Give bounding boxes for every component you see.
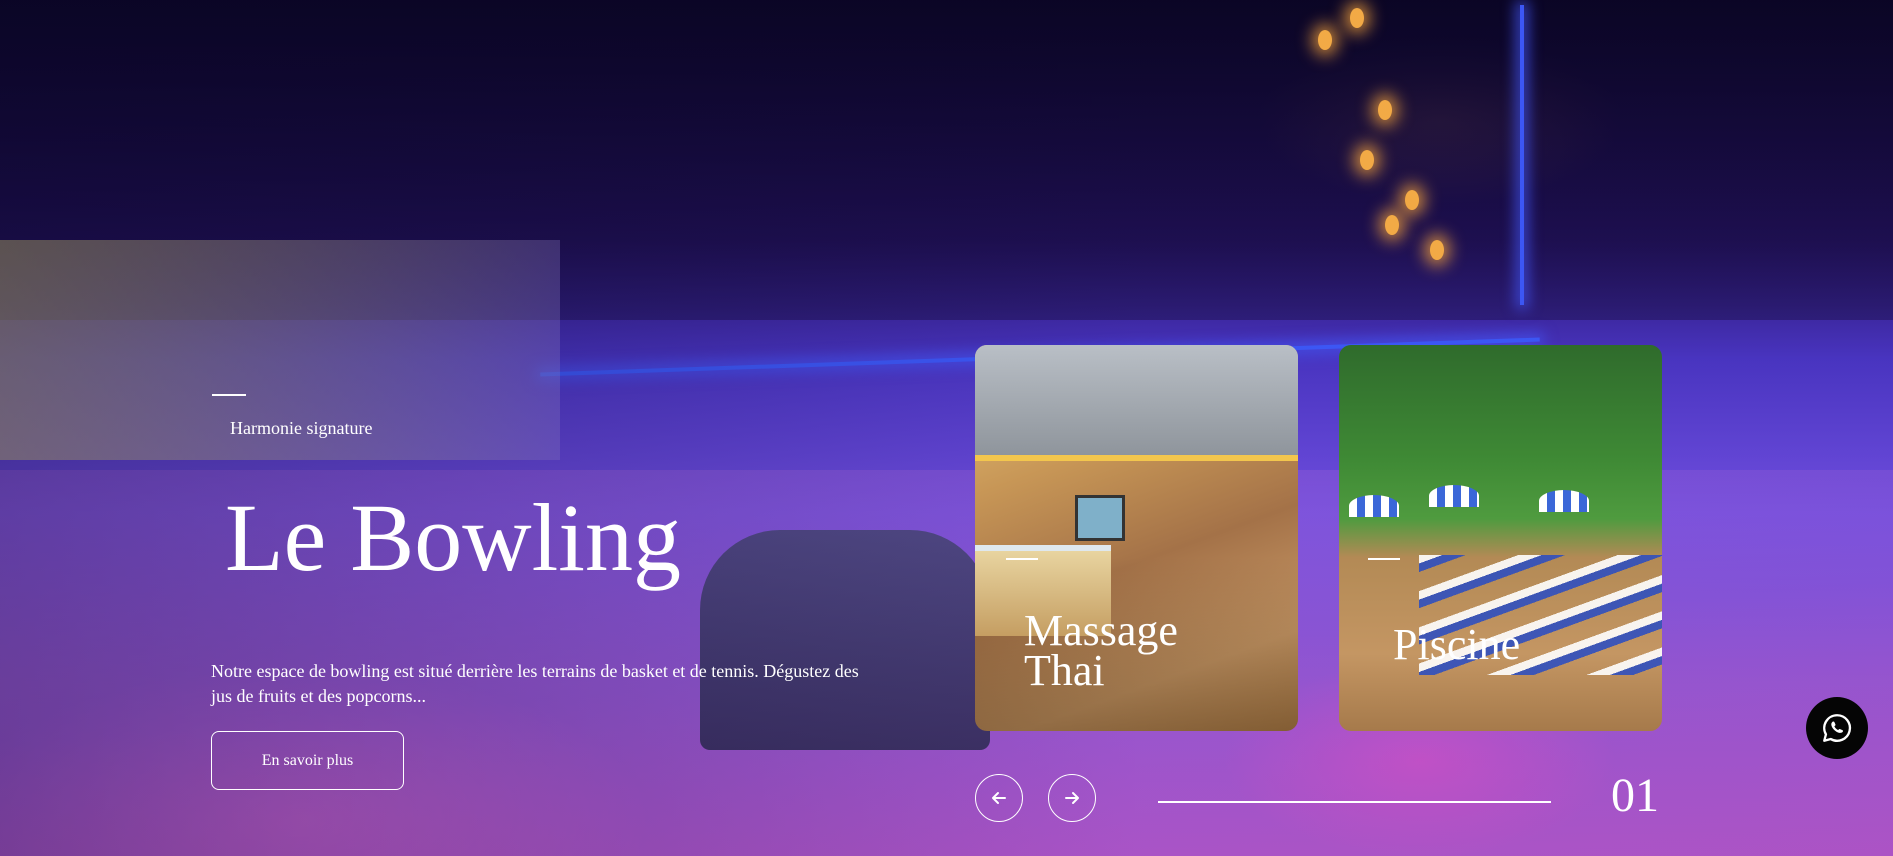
card-line xyxy=(1368,558,1400,560)
umbrella-shape xyxy=(1429,485,1479,507)
card-title: Massage Thai xyxy=(1024,606,1178,695)
learn-more-button[interactable]: En savoir plus xyxy=(211,731,404,790)
whatsapp-button[interactable] xyxy=(1806,697,1868,759)
next-slide-button[interactable] xyxy=(1048,774,1096,822)
arrow-right-icon xyxy=(1065,792,1079,804)
arrow-left-icon xyxy=(992,792,1006,804)
prev-slide-button[interactable] xyxy=(975,774,1023,822)
slide-eyebrow: Harmonie signature xyxy=(230,418,373,438)
umbrella-shape xyxy=(1539,490,1589,512)
card-title: Piscine xyxy=(1393,620,1521,669)
slide-card-massage[interactable]: Massage Thai xyxy=(975,345,1298,731)
slide-title: Le Bowling xyxy=(225,484,681,591)
card-image xyxy=(975,345,1298,461)
slide-description: Notre espace de bowling est situé derriè… xyxy=(211,661,859,706)
slide-progress-bar xyxy=(1158,801,1551,803)
whatsapp-icon xyxy=(1823,714,1852,742)
card-line xyxy=(1006,558,1038,560)
umbrella-shape xyxy=(1349,495,1399,517)
slide-counter: 01 xyxy=(1611,769,1659,822)
slide-card-piscine[interactable]: Piscine xyxy=(1339,345,1662,731)
tv-shape xyxy=(1075,495,1125,541)
eyebrow-line xyxy=(212,394,246,396)
